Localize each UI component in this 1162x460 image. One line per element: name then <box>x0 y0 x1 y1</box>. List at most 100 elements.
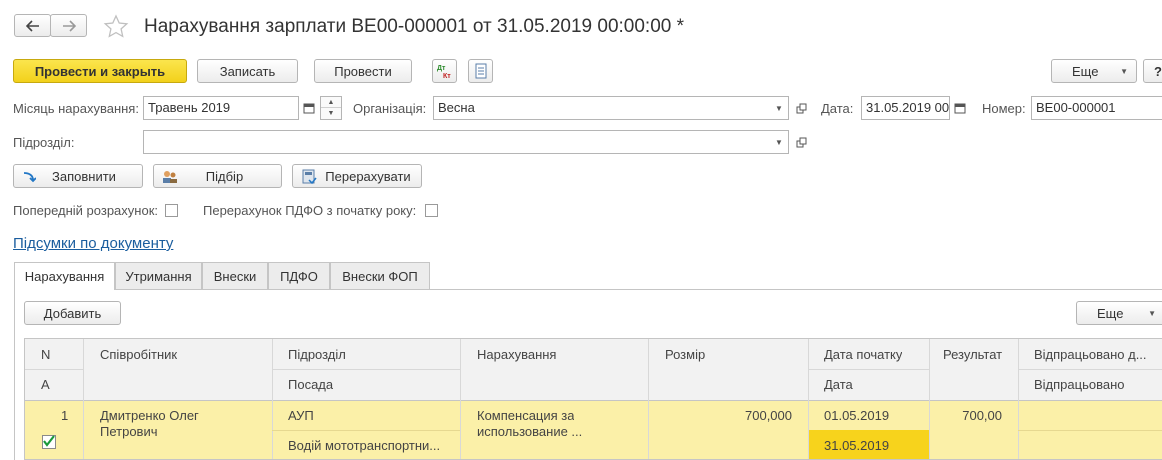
back-button[interactable] <box>14 14 51 37</box>
preliminary-calc-checkbox[interactable] <box>165 204 178 217</box>
month-label: Місяць нарахування: <box>13 101 139 116</box>
department-field[interactable] <box>143 130 789 154</box>
header-date[interactable]: Дата <box>824 377 853 393</box>
header-position[interactable]: Посада <box>288 377 333 393</box>
report-button[interactable] <box>468 59 493 83</box>
department-open-button[interactable] <box>791 130 811 154</box>
header-accrual[interactable]: Нарахування <box>477 347 556 363</box>
header-worked[interactable]: Відпрацьовано <box>1034 377 1125 393</box>
row-sep <box>1018 430 1162 431</box>
row-employee-line1: Дмитренко Олег <box>100 408 199 423</box>
forward-button[interactable] <box>50 14 87 37</box>
document-icon <box>475 63 486 79</box>
month-field[interactable]: Травень 2019 <box>143 96 299 120</box>
header-a[interactable]: A <box>41 377 50 393</box>
chevron-down-icon: ▼ <box>775 103 783 113</box>
header-n[interactable]: N <box>41 347 50 363</box>
row-accrual-line1: Компенсация за <box>477 408 575 423</box>
department-dropdown-button[interactable]: ▼ <box>769 130 789 154</box>
organization-dropdown-button[interactable]: ▼ <box>769 96 789 120</box>
chevron-down-icon: ▼ <box>1148 308 1156 318</box>
number-label: Номер: <box>982 101 1026 116</box>
row-sep <box>808 369 929 370</box>
summary-link[interactable]: Підсумки по документу <box>13 234 173 254</box>
favorite-star-button[interactable] <box>103 14 129 40</box>
tab-accruals[interactable]: Нарахування <box>14 262 115 290</box>
page-title: Нарахування зарплати ВЕ00-000001 от 31.0… <box>144 16 685 37</box>
header-amount[interactable]: Розмір <box>665 347 705 363</box>
header-worked-days[interactable]: Відпрацьовано д... <box>1034 347 1159 363</box>
organization-label: Організація: <box>353 101 427 116</box>
month-calendar-button[interactable] <box>299 96 319 120</box>
table-more-button[interactable]: Еще ▼ <box>1076 301 1162 325</box>
row-sep <box>1018 369 1162 370</box>
more-button-label: Еще <box>1072 63 1099 79</box>
calculator-icon <box>302 169 317 185</box>
row-number: 1 <box>61 408 69 423</box>
accruals-table: N Співробітник Підрозділ Нарахування Роз… <box>24 338 1162 460</box>
preliminary-calc-label: Попередній розрахунок: <box>13 203 158 218</box>
month-stepper[interactable]: ▲ ▼ <box>320 96 342 120</box>
tab-fop-contributions[interactable]: Внески ФОП <box>330 262 430 289</box>
tab-deductions[interactable]: Утримання <box>115 262 202 289</box>
svg-text:Кт: Кт <box>443 73 451 80</box>
chevron-down-icon: ▼ <box>775 137 783 147</box>
recalculate-button-label: Перерахувати <box>325 168 411 184</box>
tab-pdfo[interactable]: ПДФО <box>268 262 330 289</box>
row-amount: 700,000 <box>745 408 792 423</box>
number-field[interactable]: ВЕ00-000001 <box>1031 96 1162 120</box>
post-and-close-button[interactable]: Провести и закрыть <box>13 59 187 83</box>
col-sep <box>1018 339 1019 459</box>
row-result: 700,00 <box>962 408 1002 423</box>
help-button[interactable]: ? <box>1143 59 1162 83</box>
post-button[interactable]: Провести <box>314 59 412 83</box>
fill-button[interactable]: Заповнити <box>13 164 143 188</box>
row-sep <box>272 369 460 370</box>
row-sep <box>272 430 460 431</box>
row-department: АУП <box>288 408 314 423</box>
header-employee[interactable]: Співробітник <box>100 347 177 363</box>
people-icon <box>163 171 177 183</box>
header-department[interactable]: Підрозділ <box>288 347 346 363</box>
header-result[interactable]: Результат <box>943 347 1002 363</box>
department-label: Підрозділ: <box>13 135 75 150</box>
col-sep <box>808 339 809 459</box>
organization-open-button[interactable] <box>791 96 811 120</box>
arrow-left-icon <box>25 19 39 32</box>
stepper-down-icon[interactable]: ▼ <box>321 108 341 119</box>
date-field[interactable]: 31.05.2019 00 <box>861 96 950 120</box>
header-start-date[interactable]: Дата початку <box>824 347 902 363</box>
pdfo-recalc-checkbox[interactable] <box>425 204 438 217</box>
col-sep <box>272 339 273 459</box>
tab-contributions[interactable]: Внески <box>202 262 268 289</box>
star-icon <box>103 14 129 38</box>
chevron-down-icon: ▼ <box>1120 66 1128 76</box>
organization-field[interactable]: Весна <box>433 96 789 120</box>
dt-kt-button[interactable]: Дт Кт <box>432 59 457 83</box>
row-start-date: 01.05.2019 <box>824 408 890 423</box>
date-calendar-button[interactable] <box>950 96 970 120</box>
open-link-icon <box>796 137 806 147</box>
row-active-checkbox[interactable] <box>42 435 56 449</box>
add-button[interactable]: Добавить <box>24 301 121 325</box>
recalculate-button[interactable]: Перерахувати <box>292 164 422 188</box>
row-position: Водій мототранспортни... <box>288 438 441 453</box>
more-button[interactable]: Еще ▼ <box>1051 59 1137 83</box>
col-sep <box>929 339 930 459</box>
row-accrual-line2: использование ... <box>477 424 583 439</box>
stepper-up-icon[interactable]: ▲ <box>321 97 341 108</box>
row-end-date: 31.05.2019 <box>824 438 890 453</box>
date-label: Дата: <box>821 101 854 116</box>
row-sep <box>25 369 83 370</box>
checkmark-icon <box>43 435 55 447</box>
select-button-label: Підбір <box>205 168 244 184</box>
select-button[interactable]: Підбір <box>153 164 282 188</box>
save-button[interactable]: Записать <box>197 59 298 83</box>
col-sep <box>648 339 649 459</box>
col-sep <box>460 339 461 459</box>
fill-arrow-icon <box>23 172 36 183</box>
pdfo-recalc-label: Перерахунок ПДФО з початку року: <box>203 203 417 218</box>
open-link-icon <box>796 103 806 113</box>
col-sep <box>83 339 84 459</box>
fill-button-label: Заповнити <box>52 168 116 184</box>
